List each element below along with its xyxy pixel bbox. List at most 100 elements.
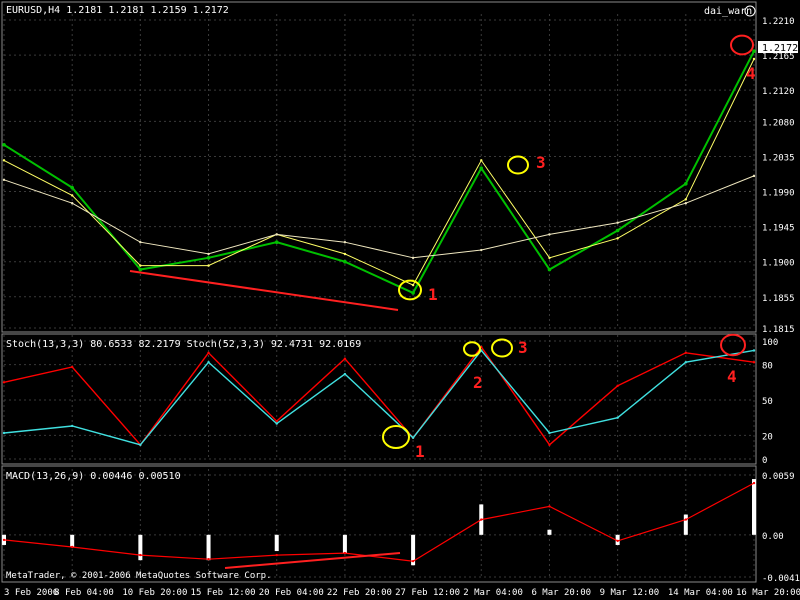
- price-series-line: [3, 50, 755, 295]
- annotation-number: 3: [518, 338, 528, 357]
- y-tick-label: 20: [762, 432, 773, 442]
- x-tick-label: 2 Mar 04:00: [463, 588, 523, 598]
- price-point: [684, 198, 688, 201]
- price-point: [343, 252, 347, 256]
- x-tick-label: 3 Feb 2006: [4, 588, 58, 598]
- y-tick-label: 1.1945: [762, 224, 795, 234]
- price-point: [343, 241, 347, 244]
- price-point: [752, 57, 756, 61]
- macd-signal-point: [70, 545, 74, 549]
- grid: [3, 14, 755, 578]
- price-point: [343, 259, 347, 264]
- price-point: [479, 166, 484, 170]
- stoch-point: [752, 349, 756, 352]
- price-point: [411, 291, 415, 295]
- annotation-circle: [463, 341, 481, 357]
- main-frame: [1, 1, 757, 333]
- stoch-point: [616, 384, 619, 388]
- macd-bar: [138, 534, 143, 561]
- y-tick-label: 1.2080: [762, 118, 795, 128]
- stoch-point: [684, 351, 688, 354]
- x-tick-label: 16 Mar 20:00: [736, 588, 800, 598]
- macd-bar: [547, 529, 552, 535]
- stoch-point: [2, 381, 6, 384]
- price-point: [480, 248, 483, 252]
- x-tick-label: 8 Feb 04:00: [54, 588, 114, 598]
- chart-canvas: 1 3 4 1 2 3 4 EURUSD,H4 1.2181 1.2181 1.2159 1…: [1, 1, 800, 598]
- macd-signal-point: [616, 539, 619, 543]
- macd-signal-point: [275, 553, 278, 557]
- price-point: [207, 264, 210, 267]
- price-point: [274, 240, 279, 245]
- stoch-point: [275, 422, 278, 425]
- annotation-number: 4: [727, 367, 737, 386]
- annotation-number: 2: [473, 373, 483, 392]
- price-point: [616, 237, 619, 240]
- price-point: [615, 228, 620, 233]
- x-tick-label: 27 Feb 12:00: [395, 588, 460, 598]
- stoch-point: [548, 431, 551, 435]
- annotation-number: 1: [415, 442, 425, 461]
- stoch-point: [411, 436, 415, 439]
- macd-bar: [683, 514, 688, 535]
- y-tick-label: 1.2120: [762, 87, 795, 97]
- stoch-point: [70, 365, 74, 369]
- stoch-point: [139, 443, 142, 447]
- stoch-lines: [2, 345, 756, 447]
- annotation-circle: [730, 34, 754, 56]
- price-point: [411, 283, 415, 287]
- macd-signal-point: [480, 518, 483, 521]
- stoch-series-line: [3, 345, 755, 446]
- x-tick-label: 9 Mar 12:00: [600, 588, 660, 598]
- macd-signal-point: [2, 538, 6, 542]
- copyright-text: MetaTrader, © 2001-2006 MetaQuotes Softw…: [6, 571, 272, 581]
- stoch-point: [207, 361, 210, 364]
- price-point: [411, 256, 415, 260]
- price-point: [480, 159, 483, 162]
- price-point: [684, 181, 688, 186]
- macd-signal-point: [139, 553, 142, 557]
- price-point: [139, 264, 142, 267]
- y-tick-label: 0: [762, 456, 767, 466]
- y-tick-label: 1.2035: [762, 153, 795, 163]
- price-point: [70, 202, 74, 205]
- y-tick-label: 100: [762, 338, 778, 348]
- macd-bar: [752, 479, 756, 535]
- price-lines: [2, 49, 756, 295]
- price-point: [684, 202, 688, 205]
- stoch-point: [548, 443, 551, 447]
- y-tick-label: -0.00416: [762, 574, 800, 584]
- price-point: [547, 267, 552, 272]
- stoch-point: [684, 361, 688, 364]
- price-point: [139, 241, 142, 244]
- price-point: [138, 267, 143, 272]
- y-tick-label: 1.2210: [762, 17, 795, 27]
- macd-signal-line: [3, 482, 755, 562]
- price-point: [548, 256, 551, 260]
- macd-frame: [1, 465, 757, 583]
- macd-bar: [70, 534, 75, 547]
- stoch-point: [752, 361, 756, 364]
- annotation-number: 1: [428, 285, 438, 304]
- y-tick-label: 80: [762, 362, 773, 372]
- y-tick-label: 0.00: [762, 532, 784, 542]
- price-series-line: [3, 175, 755, 259]
- price-point: [548, 233, 551, 236]
- x-tick-label: 15 Feb 12:00: [191, 588, 256, 598]
- price-point: [2, 178, 6, 182]
- macd-signal-point: [684, 518, 688, 521]
- macd-signal-point: [548, 505, 551, 508]
- trend-line: [224, 552, 401, 569]
- macd-signal-point: [411, 559, 415, 563]
- price-point: [207, 252, 210, 256]
- x-tick-label: 10 Feb 20:00: [122, 588, 187, 598]
- price-point: [70, 194, 74, 197]
- stoch-point: [70, 424, 74, 428]
- price-point: [752, 174, 756, 178]
- stoch-point: [343, 372, 347, 376]
- x-tick-label: 6 Mar 20:00: [531, 588, 591, 598]
- annotation-number: 4: [746, 64, 756, 83]
- price-point: [206, 256, 211, 260]
- macd-signal-point: [207, 557, 210, 561]
- macd-signal-point: [343, 551, 347, 555]
